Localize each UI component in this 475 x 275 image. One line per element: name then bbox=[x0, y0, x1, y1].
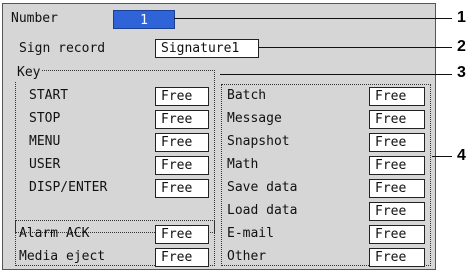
save-data-label: Save data bbox=[227, 180, 298, 195]
number-field[interactable]: 1 bbox=[113, 10, 175, 29]
load-data-field[interactable]: Free bbox=[369, 202, 425, 221]
key-stop-field[interactable]: Free bbox=[155, 110, 209, 129]
key-start-label: START bbox=[29, 88, 69, 103]
message-label: Message bbox=[227, 111, 282, 126]
key-user-label: USER bbox=[29, 157, 61, 172]
number-label: Number bbox=[11, 11, 58, 26]
key-stop-label: STOP bbox=[29, 111, 61, 126]
batch-label: Batch bbox=[227, 88, 267, 103]
key-menu-field[interactable]: Free bbox=[155, 133, 209, 152]
sign-record-settings-panel: Number 1 Sign record Signature1 Key STAR… bbox=[2, 3, 436, 270]
snapshot-label: Snapshot bbox=[227, 134, 290, 149]
callout-leader-1 bbox=[174, 18, 452, 19]
callout-leader-3 bbox=[220, 74, 452, 75]
key-disp-enter-label: DISP/ENTER bbox=[29, 180, 108, 195]
key-disp-enter-field[interactable]: Free bbox=[155, 179, 209, 198]
other-label: Other bbox=[227, 249, 267, 264]
email-field[interactable]: Free bbox=[369, 225, 425, 244]
alarm-ack-label: Alarm ACK bbox=[19, 226, 90, 241]
snapshot-field[interactable]: Free bbox=[369, 133, 425, 152]
batch-field[interactable]: Free bbox=[369, 87, 425, 106]
media-eject-field[interactable]: Free bbox=[155, 248, 209, 267]
math-field[interactable]: Free bbox=[369, 156, 425, 175]
key-user-field[interactable]: Free bbox=[155, 156, 209, 175]
other-field[interactable]: Free bbox=[369, 248, 425, 267]
callout-leader-4 bbox=[432, 156, 452, 157]
callout-2: 2 bbox=[457, 38, 466, 55]
math-label: Math bbox=[227, 157, 259, 172]
alarm-ack-field[interactable]: Free bbox=[155, 225, 209, 244]
key-group-title: Key bbox=[15, 65, 43, 81]
save-data-field[interactable]: Free bbox=[369, 179, 425, 198]
media-eject-label: Media eject bbox=[19, 249, 106, 264]
callout-1: 1 bbox=[457, 9, 466, 26]
callout-3: 3 bbox=[457, 64, 466, 81]
email-label: E-mail bbox=[227, 226, 274, 241]
load-data-label: Load data bbox=[227, 203, 298, 218]
sign-record-label: Sign record bbox=[19, 41, 106, 56]
sign-record-field[interactable]: Signature1 bbox=[155, 39, 259, 58]
callout-leader-2 bbox=[259, 47, 452, 48]
key-start-field[interactable]: Free bbox=[155, 87, 209, 106]
callout-4: 4 bbox=[457, 147, 466, 164]
message-field[interactable]: Free bbox=[369, 110, 425, 129]
key-menu-label: MENU bbox=[29, 134, 61, 149]
